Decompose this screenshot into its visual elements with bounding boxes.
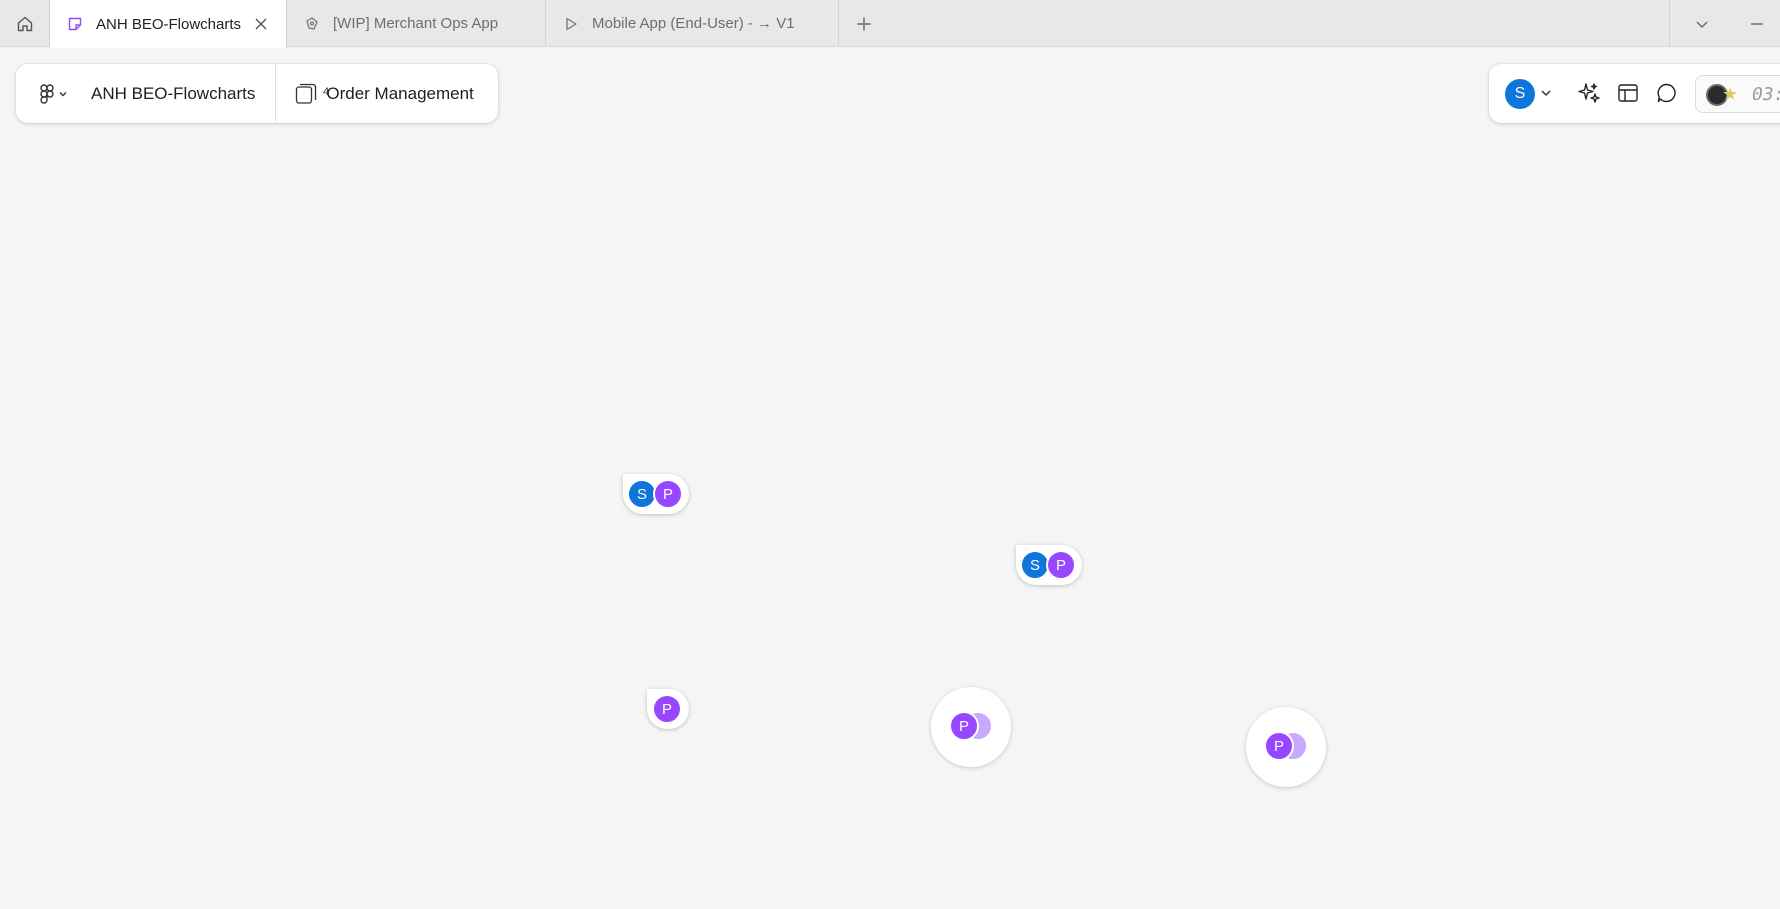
main-menu-button[interactable]	[24, 64, 84, 123]
avatar-initial: P	[661, 700, 672, 718]
plus-icon	[857, 17, 871, 30]
tab-merchant-ops-app[interactable]: [WIP] Merchant Ops App	[287, 0, 546, 47]
collaborator-stack-bubble[interactable]: P	[1246, 707, 1326, 787]
figjam-file-icon	[66, 15, 84, 33]
ai-actions-button[interactable]	[1576, 80, 1602, 106]
minimize-icon	[1750, 22, 1763, 25]
prototype-play-icon	[562, 15, 580, 33]
collaborator-cursor-chip[interactable]: S P	[1016, 545, 1082, 585]
chevron-down-icon[interactable]	[1539, 86, 1553, 100]
avatar: P	[1046, 550, 1076, 580]
avatar-initial: S	[1514, 85, 1526, 102]
collab-toolbar: S ★ 03:	[1489, 64, 1780, 123]
timer-widget[interactable]: ★ 03:	[1695, 75, 1780, 113]
chevron-down-icon	[59, 91, 67, 96]
chevron-down-icon	[1696, 21, 1707, 28]
tab-mobile-app-end-user[interactable]: Mobile App (End-User) - → V1	[546, 0, 839, 47]
page-count-icon	[294, 82, 318, 106]
star-icon: ★	[1722, 84, 1739, 104]
design-file-icon	[303, 15, 321, 33]
close-tab-button[interactable]	[252, 15, 270, 33]
home-icon	[17, 16, 32, 31]
layout-icon	[1618, 84, 1638, 102]
page-name: Order Management	[326, 83, 474, 103]
page-switcher[interactable]: 4 Order Management	[276, 64, 474, 123]
home-button[interactable]	[0, 0, 50, 47]
figjam-canvas[interactable]	[0, 48, 1780, 909]
avatar: P	[652, 694, 682, 724]
tab-anh-beo-flowcharts[interactable]: ANH BEO-Flowcharts	[50, 0, 287, 48]
timer-text: 03:	[1752, 84, 1780, 105]
comment-icon	[1657, 83, 1676, 103]
avatar-initial: P	[1055, 556, 1066, 574]
collaborator-cursor-chip[interactable]: P	[647, 689, 689, 729]
tab-label: Mobile App (End-User) - → V1	[592, 15, 795, 32]
avatar: P	[949, 711, 979, 741]
page-count: 4	[322, 86, 330, 98]
tab-label: [WIP] Merchant Ops App	[333, 15, 499, 32]
avatar: P	[653, 479, 683, 509]
ai-sparkle-icon	[1578, 83, 1600, 103]
close-icon	[255, 18, 267, 30]
collaborator-stack-bubble[interactable]: P	[931, 687, 1011, 767]
templates-button[interactable]	[1615, 80, 1641, 106]
tab-bar: ANH BEO-Flowcharts [WIP] Merchant Ops Ap…	[0, 0, 1780, 48]
avatar: P	[1264, 731, 1294, 761]
current-user-avatar[interactable]: S	[1505, 79, 1535, 109]
avatar-initial: P	[958, 717, 969, 735]
file-toolbar: ANH BEO-Flowcharts 4 Order Management	[16, 64, 498, 123]
tab-overflow-button[interactable]	[1669, 0, 1733, 47]
tab-label: ANH BEO-Flowcharts	[96, 15, 242, 33]
new-tab-button[interactable]	[839, 0, 889, 47]
avatar-initial: P	[662, 485, 673, 503]
file-name[interactable]: ANH BEO-Flowcharts	[84, 64, 277, 123]
minimize-window-button[interactable]	[1733, 0, 1780, 47]
comments-button[interactable]	[1654, 80, 1680, 106]
avatar-initial: S	[636, 485, 647, 503]
avatar-initial: S	[1029, 556, 1040, 574]
avatar-initial: P	[1273, 737, 1284, 755]
figma-logo-icon	[40, 83, 54, 104]
collaborator-cursor-chip[interactable]: S P	[623, 474, 689, 514]
